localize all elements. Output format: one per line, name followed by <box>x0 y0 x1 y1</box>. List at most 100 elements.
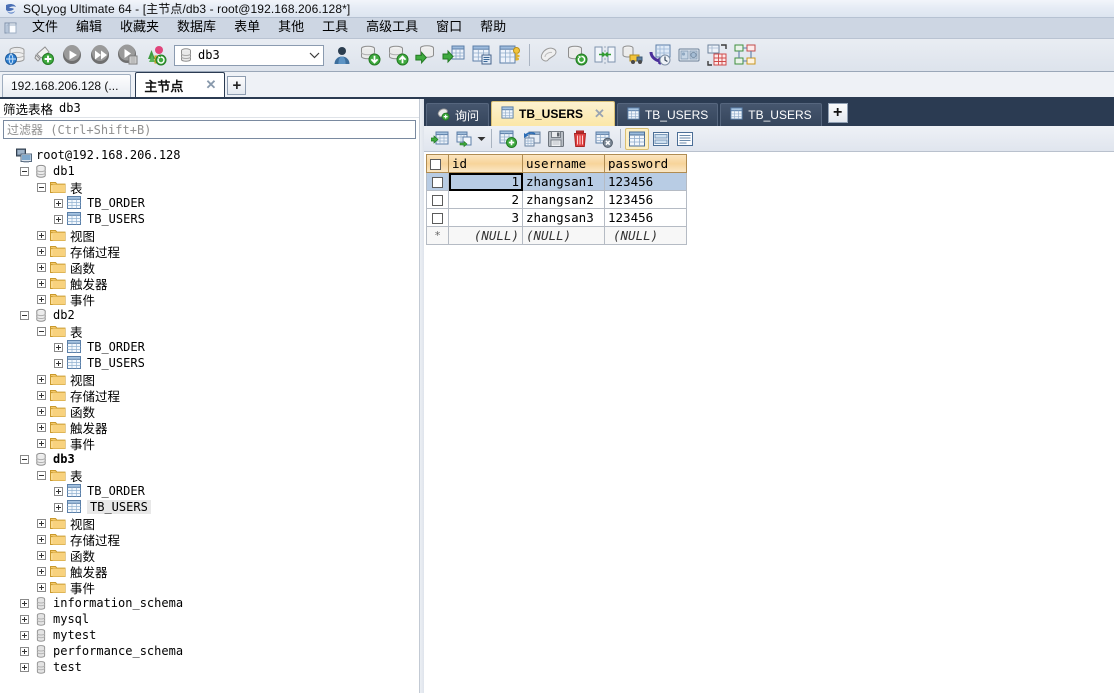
execute-all-queries-icon[interactable] <box>86 41 114 69</box>
database-sync-icon[interactable] <box>563 41 591 69</box>
select-all-header[interactable] <box>426 154 449 173</box>
expand-icon[interactable] <box>37 230 46 240</box>
expand-icon[interactable] <box>37 534 46 544</box>
menu-table[interactable]: 表单 <box>225 19 269 38</box>
cell-password[interactable]: 123456 <box>604 190 687 209</box>
expand-icon[interactable] <box>20 598 29 608</box>
tab-tb-users-2[interactable]: TB_USERS <box>616 103 719 126</box>
connection-tab-master[interactable]: 主节点 ✕ <box>135 72 226 97</box>
tree-item-mysql[interactable]: mysql <box>0 611 419 627</box>
collapse-icon[interactable] <box>37 326 46 336</box>
tree-item--[interactable]: 存储过程 <box>0 387 419 404</box>
cell-id[interactable]: 1 <box>448 172 523 191</box>
table-row[interactable]: 3 zhangsan3 123456 <box>426 208 687 227</box>
undo-changes-icon[interactable] <box>520 128 544 150</box>
tree-item-root-192-168-206-128[interactable]: root@192.168.206.128 <box>0 147 419 163</box>
expand-icon[interactable] <box>37 262 46 272</box>
expand-icon[interactable] <box>54 486 63 496</box>
tree-item--[interactable]: 存储过程 <box>0 531 419 548</box>
tree-item-db1[interactable]: db1 <box>0 163 419 179</box>
import-external-data-icon[interactable] <box>412 41 440 69</box>
tab-tb-users-3[interactable]: TB_USERS <box>720 103 822 126</box>
new-connection-add-icon[interactable] <box>30 41 58 69</box>
form-view-icon[interactable] <box>649 128 673 150</box>
tree-item--[interactable]: 表 <box>0 467 419 484</box>
collapse-icon[interactable] <box>20 454 29 464</box>
row-select-cell[interactable] <box>426 172 449 191</box>
column-header-password[interactable]: password <box>604 154 687 173</box>
new-row[interactable]: * (NULL) (NULL) (NULL) <box>426 226 687 245</box>
tree-item-tb_users[interactable]: TB_USERS <box>0 211 419 227</box>
restore-database-icon[interactable] <box>384 41 412 69</box>
expand-icon[interactable] <box>37 294 46 304</box>
cell-username[interactable]: (NULL) <box>522 226 605 245</box>
filter-input[interactable]: 过滤器 (Ctrl+Shift+B) <box>3 120 416 139</box>
text-view-icon[interactable] <box>673 128 697 150</box>
cell-password[interactable]: 123456 <box>604 172 687 191</box>
table-row[interactable]: 2 zhangsan2 123456 <box>426 190 687 209</box>
column-header-id[interactable]: id <box>448 154 523 173</box>
expand-icon[interactable] <box>37 246 46 256</box>
close-icon[interactable]: ✕ <box>594 106 605 122</box>
cell-password[interactable]: (NULL) <box>604 226 687 245</box>
menu-other[interactable]: 其他 <box>269 19 313 38</box>
tree-item-information_schema[interactable]: information_schema <box>0 595 419 611</box>
menu-window[interactable]: 窗口 <box>427 19 471 38</box>
expand-icon[interactable] <box>54 502 63 512</box>
expand-icon[interactable] <box>37 406 46 416</box>
expand-icon[interactable] <box>54 214 63 224</box>
menu-help[interactable]: 帮助 <box>471 19 515 38</box>
tree-item-mytest[interactable]: mytest <box>0 627 419 643</box>
tree-item--[interactable]: 事件 <box>0 435 419 452</box>
cell-password[interactable]: 123456 <box>604 208 687 227</box>
menu-tools[interactable]: 工具 <box>313 19 357 38</box>
tree-item-tb_order[interactable]: TB_ORDER <box>0 339 419 355</box>
tree-item-test[interactable]: test <box>0 659 419 675</box>
schema-designer-icon[interactable] <box>496 41 524 69</box>
menu-edit[interactable]: 编辑 <box>67 19 111 38</box>
close-icon[interactable]: ✕ <box>205 77 216 93</box>
tree-item-tb_order[interactable]: TB_ORDER <box>0 195 419 211</box>
window-menu-icon[interactable] <box>3 20 19 36</box>
query-builder-icon[interactable] <box>703 41 731 69</box>
tree-item--[interactable]: 视图 <box>0 227 419 244</box>
schema-sync-icon[interactable] <box>591 41 619 69</box>
tree-item--[interactable]: 触发器 <box>0 275 419 292</box>
execute-query-stop-icon[interactable] <box>114 41 142 69</box>
row-select-cell[interactable] <box>426 190 449 209</box>
tree-item--[interactable]: 视图 <box>0 515 419 532</box>
expand-icon[interactable] <box>37 566 46 576</box>
chevron-down-icon[interactable] <box>305 46 323 65</box>
menu-file[interactable]: 文件 <box>23 19 67 38</box>
scheduled-backup-icon[interactable] <box>647 41 675 69</box>
expand-icon[interactable] <box>37 390 46 400</box>
insert-row-icon[interactable] <box>496 128 520 150</box>
connection-tab-host[interactable]: 192.168.206.128 (... <box>2 74 132 97</box>
menu-favorites[interactable]: 收藏夹 <box>111 19 168 38</box>
schema-designer-2-icon[interactable] <box>731 41 759 69</box>
expand-icon[interactable] <box>37 518 46 528</box>
collapse-icon[interactable] <box>20 166 29 176</box>
collapse-icon[interactable] <box>37 470 46 480</box>
backup-database-icon[interactable] <box>356 41 384 69</box>
expand-icon[interactable] <box>37 438 46 448</box>
refresh-objects-icon[interactable] <box>142 41 170 69</box>
grid-view-icon[interactable] <box>625 127 649 150</box>
expand-icon[interactable] <box>37 278 46 288</box>
collapse-icon[interactable] <box>37 182 46 192</box>
export-as-sql-icon[interactable] <box>468 41 496 69</box>
add-tab-button[interactable]: + <box>827 103 848 123</box>
expand-icon[interactable] <box>20 646 29 656</box>
cell-username[interactable]: zhangsan2 <box>522 190 605 209</box>
tree-item-tb_order[interactable]: TB_ORDER <box>0 483 419 499</box>
tree-item--[interactable]: 函数 <box>0 547 419 564</box>
expand-icon[interactable] <box>37 550 46 560</box>
new-row-marker[interactable]: * <box>426 226 449 245</box>
object-tree[interactable]: root@192.168.206.128 db1 表 TB_ORDER TB_USERS… <box>0 144 419 693</box>
tree-item--[interactable]: 事件 <box>0 291 419 308</box>
refresh-data-options-icon[interactable] <box>452 128 476 150</box>
new-connection-icon[interactable] <box>2 41 30 69</box>
tree-item-tb_users[interactable]: TB_USERS <box>0 355 419 371</box>
column-header-username[interactable]: username <box>522 154 605 173</box>
tree-item-db3[interactable]: db3 <box>0 451 419 467</box>
